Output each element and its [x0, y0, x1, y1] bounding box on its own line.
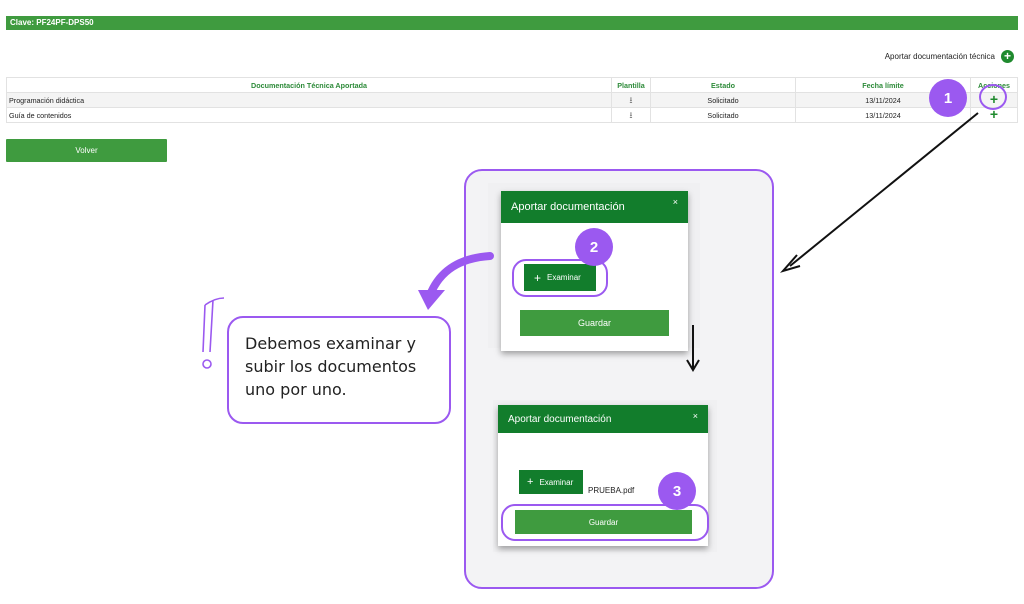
arrow-line-1: [789, 112, 979, 267]
annotation-arrows: [202, 112, 979, 372]
callout-line: uno por uno.: [245, 380, 347, 399]
callout-box: Debemos examinar y subir los documentos …: [227, 316, 451, 424]
exclamation-dot: [202, 359, 212, 369]
arrow-head-1: [779, 254, 801, 273]
arrow-head-3: [418, 290, 445, 310]
exclamation-doodle-top: [204, 297, 225, 306]
callout-line: subir los documentos: [245, 357, 417, 376]
arrow-line-3: [426, 252, 494, 299]
exclamation-doodle: [202, 299, 214, 353]
callout-line: Debemos examinar y: [245, 334, 416, 353]
